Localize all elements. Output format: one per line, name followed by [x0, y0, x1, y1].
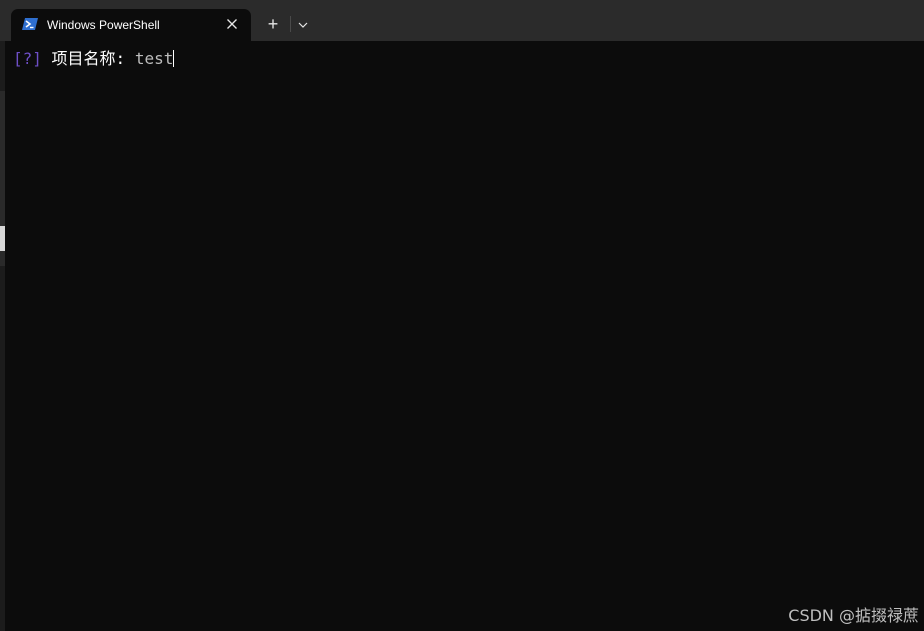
terminal-content[interactable]: [?] 项目名称: test	[5, 41, 924, 631]
prompt-label: 项目名称:	[51, 49, 126, 68]
title-bar: Windows PowerShell +	[0, 0, 924, 41]
prompt-line: [?] 项目名称: test	[13, 49, 175, 69]
tab-dropdown-button[interactable]	[294, 12, 312, 36]
new-tab-button[interactable]: +	[262, 12, 284, 36]
close-icon[interactable]	[221, 13, 243, 35]
terminal-window: Windows PowerShell + [?] 项目名称: test CSDN…	[0, 0, 924, 631]
plus-icon: +	[267, 13, 279, 34]
input-value[interactable]: test	[135, 49, 174, 68]
tab-windows-powershell[interactable]: Windows PowerShell	[11, 9, 251, 41]
text-cursor	[173, 50, 175, 67]
chevron-down-icon	[298, 15, 308, 33]
prompt-marker: [?]	[13, 49, 42, 68]
watermark: CSDN @掂掇禄蔗	[788, 606, 919, 625]
tab-separator	[290, 16, 291, 32]
powershell-icon	[22, 17, 38, 31]
tab-title: Windows PowerShell	[47, 18, 160, 32]
